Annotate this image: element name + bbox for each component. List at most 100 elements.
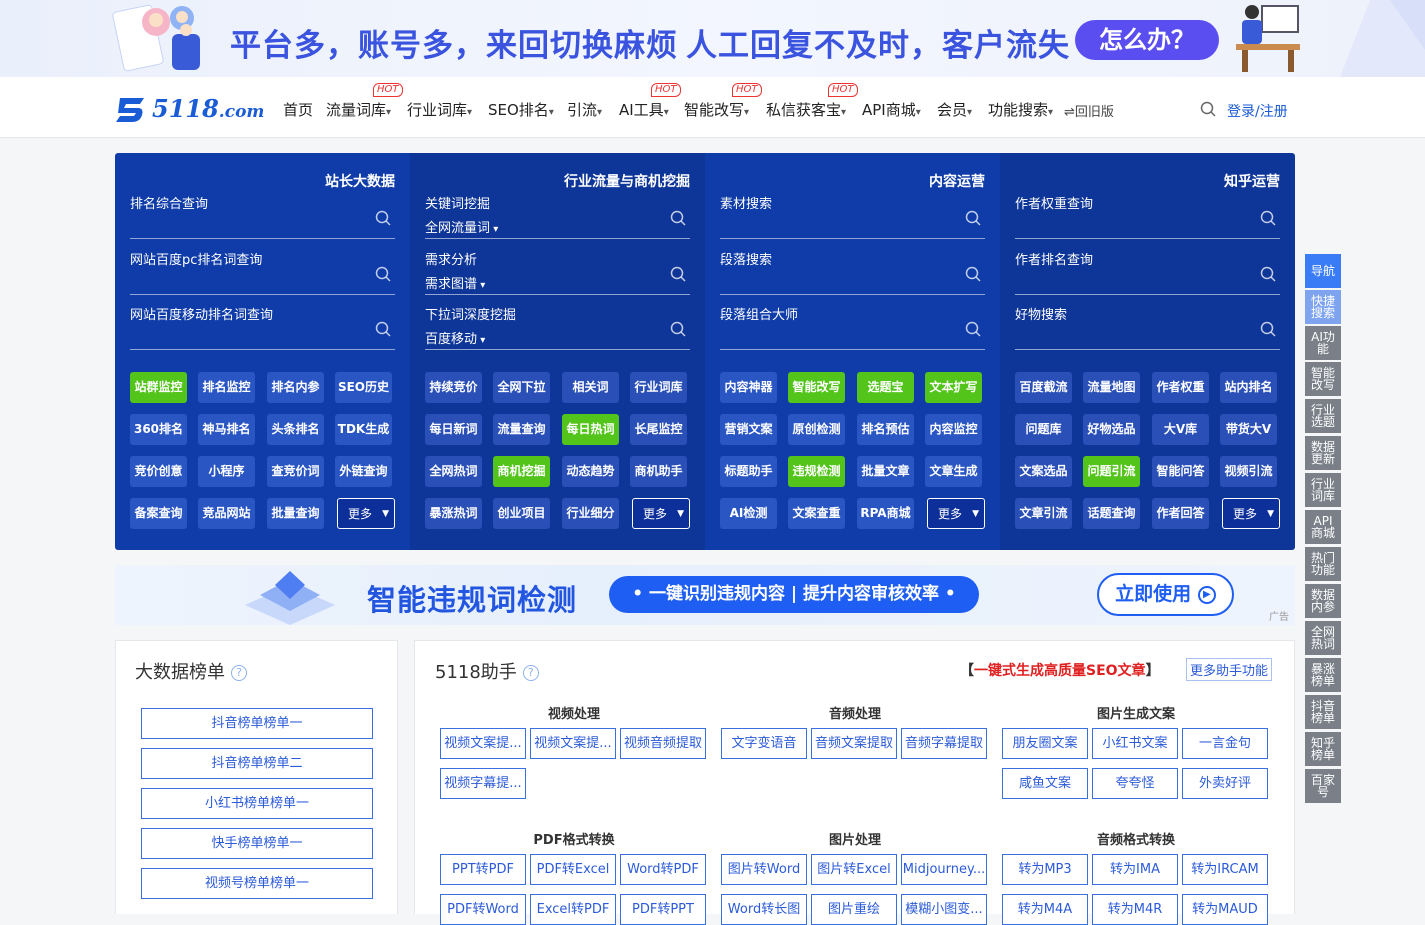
nav-item[interactable]: 行业词库▾ <box>407 99 472 120</box>
assistant-tool-button[interactable]: PDF转PPT <box>620 894 706 925</box>
tool-tag[interactable]: 长尾监控 <box>630 414 687 445</box>
tool-tag[interactable]: 营销文案 <box>720 414 777 445</box>
assistant-tool-button[interactable]: 视频音频提取 <box>620 728 706 759</box>
help-icon[interactable]: ? <box>522 665 539 681</box>
tool-tag[interactable]: 外链查询 <box>335 456 392 487</box>
nav-item[interactable]: 引流▾ <box>567 99 602 120</box>
tool-tag[interactable]: 作者权重 <box>1152 372 1209 403</box>
tool-tag[interactable]: 站群监控 <box>130 372 187 403</box>
sidebar-item[interactable]: 热门功能 <box>1305 547 1341 581</box>
tool-tag[interactable]: 大V库 <box>1152 414 1209 445</box>
query-select[interactable]: 全网流量词 ▾ <box>425 217 498 236</box>
tool-tag[interactable]: 百度截流 <box>1015 372 1072 403</box>
query-row[interactable]: 网站百度移动排名词查询 <box>130 304 395 350</box>
search-icon[interactable] <box>1260 321 1276 337</box>
tool-tag[interactable]: 每日热词 <box>562 414 619 445</box>
tool-tag[interactable]: 暴涨热词 <box>425 498 482 529</box>
tool-tag[interactable]: 视频引流 <box>1220 456 1277 487</box>
login-register-link[interactable]: 登录/注册 <box>1227 101 1288 121</box>
tool-tag[interactable]: 问题库 <box>1015 414 1072 445</box>
nav-item[interactable]: 首页 <box>283 99 313 120</box>
tool-tag[interactable]: SEO历史 <box>335 372 392 403</box>
sidebar-item[interactable]: AI功能 <box>1305 326 1341 360</box>
ranking-button[interactable]: 视频号榜单榜单一 <box>141 868 373 899</box>
assistant-tool-button[interactable]: 视频文案提... <box>530 728 616 759</box>
search-icon[interactable] <box>965 321 981 337</box>
tool-tag[interactable]: 选题宝 <box>857 372 914 403</box>
search-icon[interactable] <box>1260 266 1276 282</box>
sidebar-item[interactable]: 智能改写 <box>1305 362 1341 396</box>
assistant-tool-button[interactable]: 音频文案提取 <box>811 728 897 759</box>
tool-tag[interactable]: 站内排名 <box>1220 372 1277 403</box>
tool-tag[interactable]: 文本扩写 <box>925 372 982 403</box>
tool-tag[interactable]: 每日新词 <box>425 414 482 445</box>
banner-cta-button[interactable]: 怎么办？ <box>1075 20 1219 60</box>
assistant-tool-button[interactable]: 视频文案提... <box>440 728 526 759</box>
more-dropdown[interactable]: 更多 ▼ <box>927 498 985 529</box>
search-icon[interactable] <box>1200 101 1216 117</box>
nav-item[interactable]: 流量词库▾ <box>326 99 391 120</box>
tool-tag[interactable]: 流量地图 <box>1083 372 1140 403</box>
tool-tag[interactable]: 头条排名 <box>267 414 324 445</box>
ranking-button[interactable]: 抖音榜单榜单二 <box>141 748 373 779</box>
more-dropdown[interactable]: 更多 ▼ <box>632 498 690 529</box>
assistant-tool-button[interactable]: 咸鱼文案 <box>1002 768 1088 799</box>
tool-tag[interactable]: 查竞价词 <box>267 456 324 487</box>
assistant-tool-button[interactable]: 小红书文案 <box>1092 728 1178 759</box>
sidebar-item[interactable]: 全网热词 <box>1305 621 1341 655</box>
search-icon[interactable] <box>375 266 391 282</box>
tool-tag[interactable]: 问题引流 <box>1083 456 1140 487</box>
tool-tag[interactable]: 文案选品 <box>1015 456 1072 487</box>
site-logo[interactable]: 5118.com <box>114 94 264 126</box>
query-row[interactable]: 需求分析 需求图谱 ▾ <box>425 249 690 295</box>
assistant-tool-button[interactable]: 转为M4R <box>1092 894 1178 925</box>
assistant-tool-button[interactable]: 音频字幕提取 <box>901 728 987 759</box>
tool-tag[interactable]: 话题查询 <box>1083 498 1140 529</box>
search-icon[interactable] <box>670 210 686 226</box>
search-icon[interactable] <box>670 266 686 282</box>
tool-tag[interactable]: 360排名 <box>130 414 187 445</box>
tool-tag[interactable]: 作者回答 <box>1152 498 1209 529</box>
search-icon[interactable] <box>670 321 686 337</box>
ranking-button[interactable]: 快手榜单榜单一 <box>141 828 373 859</box>
assistant-tool-button[interactable]: 转为MP3 <box>1002 854 1088 885</box>
nav-item[interactable]: 会员▾ <box>937 99 972 120</box>
search-icon[interactable] <box>965 210 981 226</box>
assistant-tool-button[interactable]: 夸夸怪 <box>1092 768 1178 799</box>
sidebar-item[interactable]: 数据更新 <box>1305 436 1341 470</box>
query-row[interactable]: 作者权重查询 <box>1015 193 1280 239</box>
nav-item[interactable]: AI工具▾ <box>619 99 669 120</box>
tool-tag[interactable]: 内容监控 <box>925 414 982 445</box>
sidebar-item[interactable]: 百家号 <box>1305 769 1341 803</box>
assistant-tool-button[interactable]: Word转长图 <box>721 894 807 925</box>
query-row[interactable]: 段落组合大师 <box>720 304 985 350</box>
tool-tag[interactable]: 标题助手 <box>720 456 777 487</box>
tool-tag[interactable]: 智能改写 <box>788 372 845 403</box>
query-row[interactable]: 素材搜索 <box>720 193 985 239</box>
tool-tag[interactable]: RPA商城 <box>857 498 914 529</box>
assistant-tool-button[interactable]: 转为M4A <box>1002 894 1088 925</box>
tool-tag[interactable]: 相关词 <box>562 372 619 403</box>
assistant-tool-button[interactable]: 视频字幕提... <box>440 768 526 799</box>
sidebar-item[interactable]: API商城 <box>1305 510 1341 544</box>
nav-item[interactable]: 智能改写▾ <box>684 99 749 120</box>
tool-tag[interactable]: 好物选品 <box>1083 414 1140 445</box>
tool-tag[interactable]: 神马排名 <box>198 414 255 445</box>
tool-tag[interactable]: 排名预估 <box>857 414 914 445</box>
nav-item[interactable]: 功能搜索▾ <box>988 99 1053 120</box>
tool-tag[interactable]: 商机助手 <box>630 456 687 487</box>
tool-tag[interactable]: 创业项目 <box>493 498 550 529</box>
use-now-button[interactable]: 立即使用 ▶ <box>1097 573 1234 616</box>
top-ad-banner[interactable]: 平台多，账号多，来回切换麻烦 人工回复不及时，客户流失 怎么办？ <box>0 0 1425 77</box>
nav-item[interactable]: API商城▾ <box>862 99 921 120</box>
sidebar-item[interactable]: 知乎榜单 <box>1305 732 1341 766</box>
tool-tag[interactable]: 批量文章 <box>857 456 914 487</box>
more-dropdown[interactable]: 更多 ▼ <box>1222 498 1280 529</box>
assistant-tool-button[interactable]: PDF转Excel <box>530 854 616 885</box>
query-row[interactable]: 排名综合查询 <box>130 193 395 239</box>
assistant-tool-button[interactable]: PDF转Word <box>440 894 526 925</box>
tool-tag[interactable]: 原创检测 <box>788 414 845 445</box>
sidebar-item[interactable]: 行业选题 <box>1305 399 1341 433</box>
assistant-tool-button[interactable]: 图片重绘 <box>811 894 897 925</box>
ranking-button[interactable]: 抖音榜单榜单一 <box>141 708 373 739</box>
